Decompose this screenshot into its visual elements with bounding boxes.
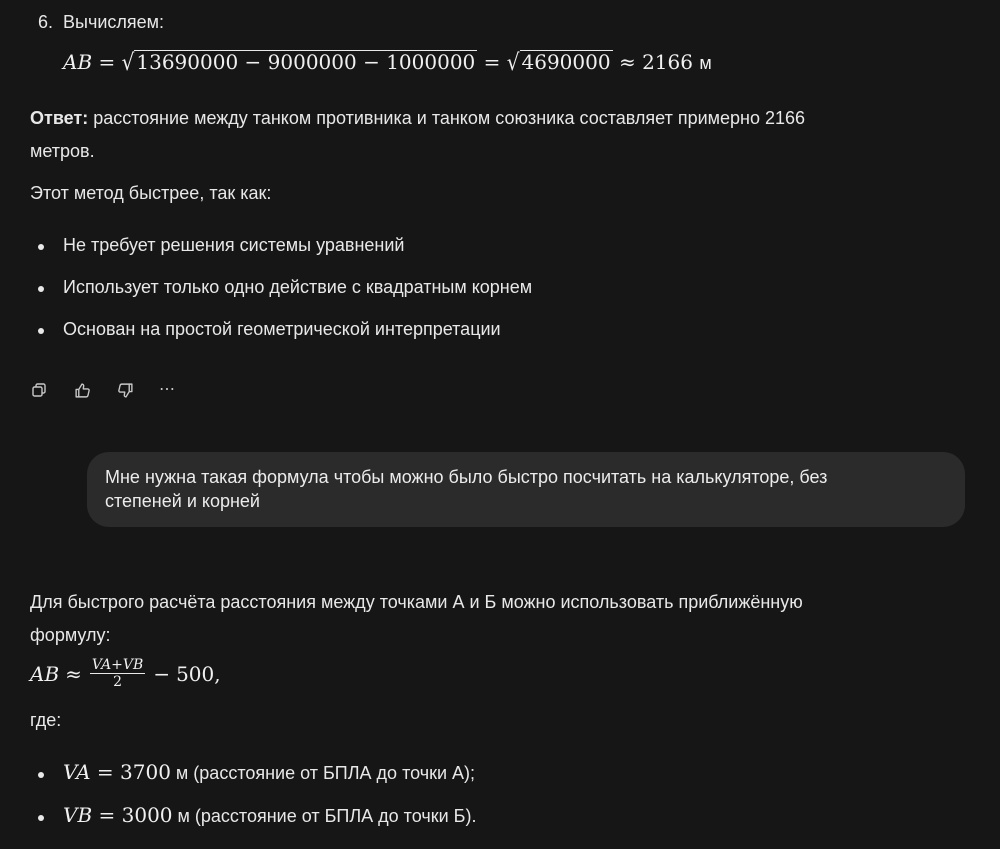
var-name: VA xyxy=(63,760,91,784)
sqrt-expression-1: √ 13690000 − 9000000 − 1000000 xyxy=(121,48,478,76)
formula-approx: ≈ xyxy=(618,50,636,74)
step-number: 6. xyxy=(38,12,54,32)
step-text: Вычисляем: xyxy=(63,12,165,32)
fraction: VA+VB 2 xyxy=(89,657,146,690)
thumbs-up-icon[interactable] xyxy=(72,380,92,400)
formula-result: 2166 xyxy=(642,50,693,74)
fraction-denominator: 2 xyxy=(113,674,123,690)
radicand-1: 13690000 − 9000000 − 1000000 xyxy=(134,50,478,74)
list-item: Основан на простой геометрической интерп… xyxy=(63,319,501,339)
bullet xyxy=(38,328,44,334)
var-value: 3000 xyxy=(121,803,173,827)
list-item: Не требует решения системы уравнений xyxy=(63,235,405,255)
var-name: VB xyxy=(63,803,93,827)
formula-constant: 500, xyxy=(176,661,221,686)
approx-symbol: ≈ xyxy=(65,661,82,686)
sqrt-expression-2: √ 4690000 xyxy=(506,48,613,76)
answer-line-2: метров. xyxy=(30,141,95,161)
user-message-bubble: Мне нужна такая формула чтобы можно было… xyxy=(87,452,965,527)
method-intro: Этот метод быстрее, так как: xyxy=(30,183,272,203)
thumbs-down-icon[interactable] xyxy=(115,380,135,400)
answer-text: расстояние между танком противника и тан… xyxy=(88,108,806,128)
user-message-line-2: степеней и корней xyxy=(105,491,260,511)
reply-intro-line-1: Для быстрого расчёта расстояния между то… xyxy=(30,592,803,612)
radicand-2: 4690000 xyxy=(519,50,613,74)
approx-lhs: AB xyxy=(30,661,60,686)
variable-vb: VB = 3000 м (расстояние от БПЛА до точки… xyxy=(63,803,476,827)
formula-eq1: = xyxy=(98,50,116,74)
where-label: где: xyxy=(30,710,62,730)
answer-line-1: Ответ: расстояние между танком противник… xyxy=(30,108,805,129)
more-options-icon[interactable]: ⋯ xyxy=(157,379,177,399)
var-eq: = xyxy=(96,760,114,784)
fraction-numerator: VA+VB xyxy=(89,657,146,674)
formula-distance: AB = √ 13690000 − 9000000 − 1000000 = √ 46… xyxy=(63,48,712,76)
bullet xyxy=(38,244,44,250)
var-desc: м (расстояние от БПЛА до точки Б). xyxy=(172,806,477,826)
bullet xyxy=(38,772,44,778)
bullet xyxy=(38,815,44,821)
minus-symbol: − xyxy=(153,661,171,686)
formula-eq2: = xyxy=(483,50,501,74)
var-value: 3700 xyxy=(120,760,171,784)
answer-label: Ответ: xyxy=(30,108,89,128)
variable-va: VA = 3700 м (расстояние от БПЛА до точки… xyxy=(63,760,475,784)
bullet xyxy=(38,286,44,292)
formula-unit: м xyxy=(699,53,712,73)
var-desc: м (расстояние от БПЛА до точки А); xyxy=(170,763,476,783)
reply-intro-line-2: формулу: xyxy=(30,625,111,645)
user-message-line-1: Мне нужна такая формула чтобы можно было… xyxy=(105,467,828,487)
list-item: Использует только одно действие с квадра… xyxy=(63,277,533,297)
var-eq: = xyxy=(98,803,116,827)
copy-icon[interactable] xyxy=(29,380,49,400)
formula-lhs: AB xyxy=(63,50,93,74)
approx-formula: AB ≈ VA+VB 2 − 500, xyxy=(30,658,221,689)
